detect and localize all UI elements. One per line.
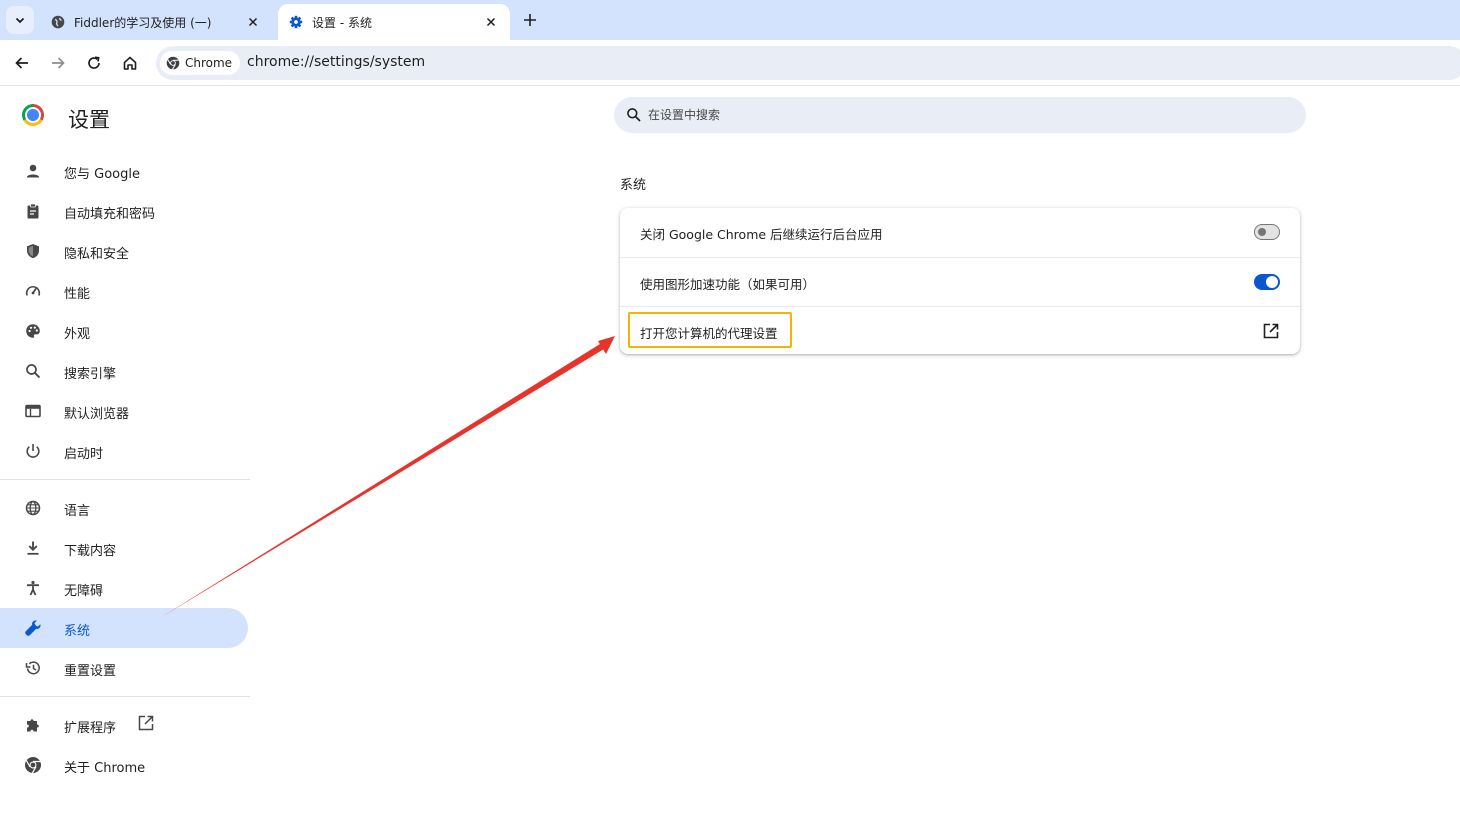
- power-icon: [24, 442, 42, 460]
- sidebar-item-system[interactable]: 系统: [0, 608, 248, 648]
- sidebar-item-accessibility[interactable]: 无障碍: [0, 568, 248, 608]
- divider: [0, 471, 250, 488]
- toolbar: Chrome chrome://settings/system: [0, 40, 1460, 86]
- open-in-new-icon: [138, 715, 154, 731]
- globe-icon: [24, 499, 42, 517]
- sidebar-item-label: 搜索引擎: [64, 367, 117, 382]
- close-icon[interactable]: [244, 13, 262, 31]
- sidebar-item-extensions[interactable]: 扩展程序: [0, 705, 248, 745]
- section-title: 系统: [620, 178, 647, 193]
- tab-fiddler[interactable]: Fiddler的学习及使用 (一): [40, 4, 272, 40]
- download-icon: [24, 539, 42, 557]
- sidebar-item-label: 您与 Google: [64, 167, 140, 182]
- search-icon: [24, 362, 42, 380]
- setting-row-background-apps[interactable]: 关闭 Google Chrome 后继续运行后台应用: [620, 208, 1300, 257]
- sidebar-item-label: 默认浏览器: [64, 407, 130, 422]
- tab-title: Fiddler的学习及使用 (一): [74, 15, 212, 30]
- sidebar-item-autofill[interactable]: 自动填充和密码: [0, 191, 248, 231]
- sidebar-item-languages[interactable]: 语言: [0, 488, 248, 528]
- omnibox[interactable]: Chrome chrome://settings/system: [156, 46, 1460, 80]
- sidebar-item-label: 下载内容: [64, 544, 117, 559]
- sidebar-item-label: 关于 Chrome: [64, 761, 146, 776]
- sidebar-item-label: 语言: [64, 504, 91, 519]
- reload-icon: [88, 56, 100, 69]
- setting-label: 使用图形加速功能（如果可用）: [640, 277, 816, 292]
- sidebar-item-label: 启动时: [64, 447, 104, 462]
- new-tab-button[interactable]: [520, 10, 540, 30]
- sidebar-item-label: 外观: [64, 327, 91, 342]
- sidebar-item-on-startup[interactable]: 启动时: [0, 431, 248, 471]
- tab-settings-system[interactable]: 设置 - 系统: [278, 4, 510, 40]
- globe-icon: [50, 14, 66, 30]
- setting-row-hardware-acceleration[interactable]: 使用图形加速功能（如果可用）: [620, 257, 1300, 306]
- sidebar-item-label: 无障碍: [64, 584, 104, 599]
- sidebar-item-privacy[interactable]: 隐私和安全: [0, 231, 248, 271]
- setting-label: 关闭 Google Chrome 后继续运行后台应用: [640, 227, 883, 242]
- sidebar-nav: 您与 Google 自动填充和密码 隐私和安全 性能 外观 搜索引擎 默认浏览器…: [0, 151, 250, 785]
- chevron-down-icon: [15, 17, 25, 24]
- chip-label: Chrome: [185, 56, 233, 70]
- page-title: 设置: [68, 108, 110, 132]
- sidebar-item-reset[interactable]: 重置设置: [0, 648, 248, 688]
- sidebar-item-label: 自动填充和密码: [64, 207, 156, 222]
- accessibility-icon: [24, 579, 42, 597]
- clipboard-icon: [24, 202, 42, 220]
- setting-label: 打开您计算机的代理设置: [640, 326, 778, 341]
- sidebar-item-about-chrome[interactable]: 关于 Chrome: [0, 745, 248, 785]
- browser-icon: [24, 402, 42, 420]
- close-icon[interactable]: [482, 13, 500, 31]
- open-in-new-icon[interactable]: [1262, 322, 1280, 340]
- search-input[interactable]: [648, 105, 1288, 125]
- chrome-icon: [24, 756, 42, 774]
- plus-icon: [524, 14, 536, 26]
- sidebar-item-label: 性能: [64, 287, 91, 302]
- sidebar-item-label: 重置设置: [64, 664, 117, 679]
- site-info-chip[interactable]: Chrome: [160, 51, 241, 75]
- system-settings-card: 关闭 Google Chrome 后继续运行后台应用 使用图形加速功能（如果可用…: [620, 208, 1300, 354]
- sidebar-item-label: 扩展程序: [64, 721, 117, 736]
- divider: [0, 688, 250, 705]
- home-button[interactable]: [119, 52, 141, 74]
- wrench-icon: [24, 619, 42, 637]
- tab-search-button[interactable]: [6, 6, 34, 34]
- person-icon: [24, 162, 42, 180]
- puzzle-icon: [24, 716, 42, 734]
- setting-row-proxy-settings[interactable]: 打开您计算机的代理设置: [620, 306, 1300, 355]
- back-button[interactable]: [11, 52, 33, 74]
- settings-search[interactable]: [614, 97, 1306, 133]
- sidebar-item-appearance[interactable]: 外观: [0, 311, 248, 351]
- history-icon: [24, 659, 42, 677]
- home-icon: [123, 56, 137, 70]
- background-apps-toggle[interactable]: [1254, 224, 1280, 240]
- palette-icon: [24, 322, 42, 340]
- forward-button[interactable]: [47, 52, 69, 74]
- sidebar-item-you-and-google[interactable]: 您与 Google: [0, 151, 248, 191]
- shield-icon: [24, 242, 42, 260]
- hardware-acceleration-toggle[interactable]: [1254, 274, 1280, 290]
- search-icon: [627, 108, 641, 122]
- arrow-right-icon: [52, 57, 65, 69]
- sidebar-item-search-engine[interactable]: 搜索引擎: [0, 351, 248, 391]
- speedometer-icon: [24, 282, 42, 300]
- arrow-left-icon: [15, 57, 28, 69]
- tab-title: 设置 - 系统: [312, 15, 372, 30]
- sidebar-item-downloads[interactable]: 下载内容: [0, 528, 248, 568]
- tab-strip: Fiddler的学习及使用 (一) 设置 - 系统: [0, 0, 1460, 40]
- sidebar-item-label: 系统: [64, 624, 91, 639]
- sidebar-item-default-browser[interactable]: 默认浏览器: [0, 391, 248, 431]
- sidebar-item-label: 隐私和安全: [64, 247, 130, 262]
- chrome-icon: [166, 56, 180, 70]
- chrome-logo: [22, 104, 44, 126]
- chrome-logo-icon: [22, 104, 44, 126]
- gear-icon: [288, 14, 304, 30]
- reload-button[interactable]: [83, 52, 105, 74]
- sidebar-item-performance[interactable]: 性能: [0, 271, 248, 311]
- address-text[interactable]: chrome://settings/system: [247, 54, 425, 70]
